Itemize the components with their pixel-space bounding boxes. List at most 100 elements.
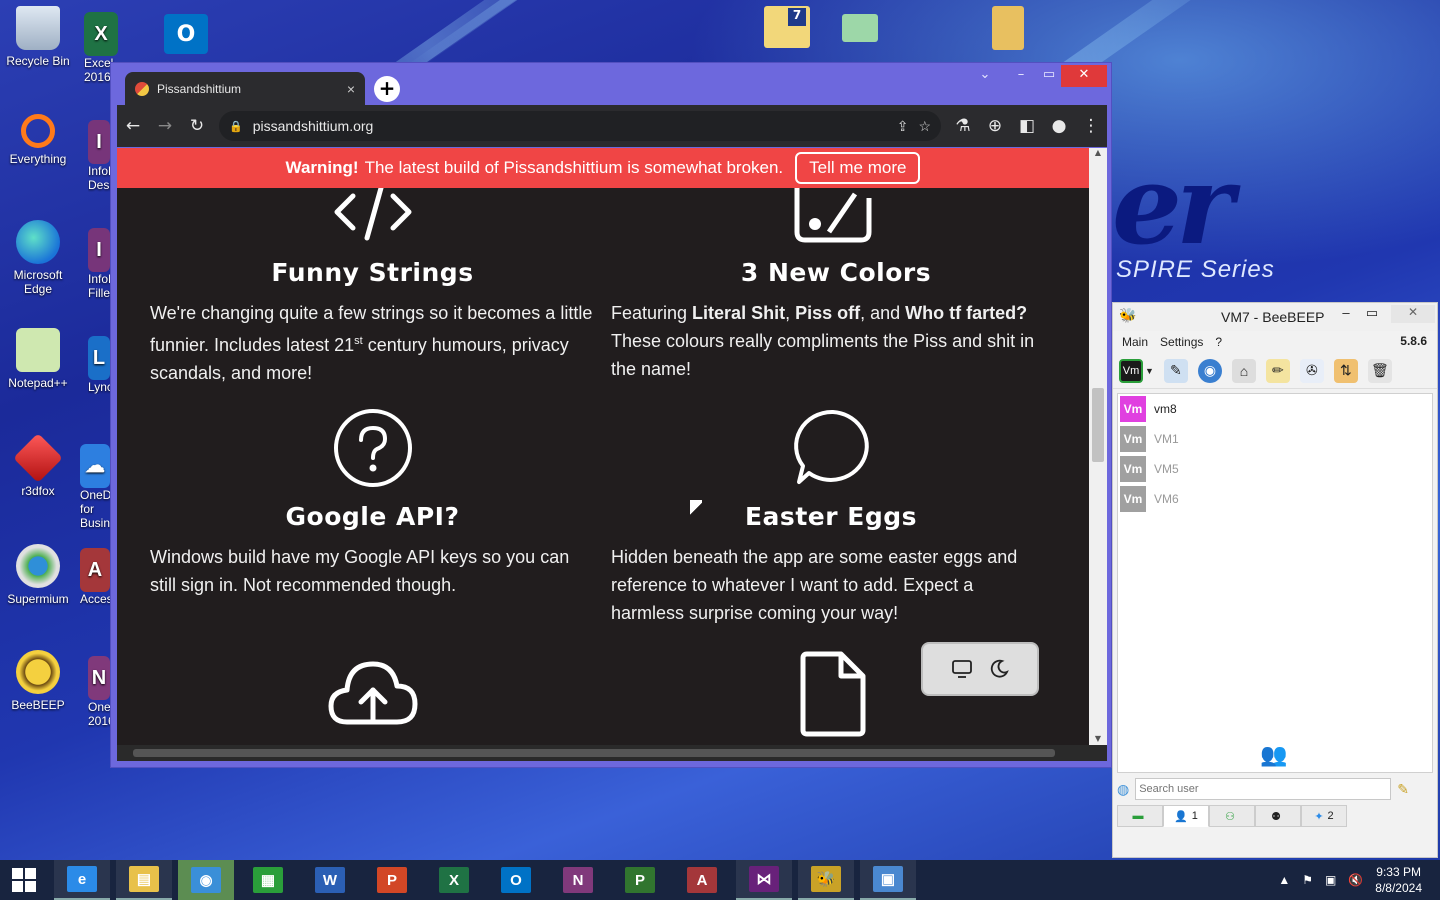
chevron-down-icon[interactable]: ▼ xyxy=(1145,366,1154,376)
menu-help[interactable]: ? xyxy=(1215,335,1222,349)
user-row-vm1[interactable]: Vm VM1 xyxy=(1118,424,1432,454)
wallpaper-series: SPIRE Series xyxy=(1116,256,1275,283)
search-user-input[interactable] xyxy=(1135,778,1392,800)
feature-google-api: Google API? Windows build have my Google… xyxy=(150,502,595,599)
tray-overflow-icon[interactable]: ▲ xyxy=(1278,873,1290,887)
taskbar-outlook-button[interactable]: O xyxy=(488,860,544,900)
theme-toggle[interactable] xyxy=(921,642,1039,696)
scroll-down-icon[interactable]: ▼ xyxy=(1089,734,1107,743)
onenote-glyph: N xyxy=(91,667,107,689)
tab-close-icon[interactable]: × xyxy=(347,81,355,97)
address-bar[interactable]: 🔒 pissandshittium.org ⇪ ☆ xyxy=(219,111,941,141)
menu-main[interactable]: Main xyxy=(1122,335,1148,349)
taskbar-file-explorer-button[interactable]: ▤ xyxy=(116,860,172,900)
monitor-icon[interactable] xyxy=(951,659,973,679)
horizontal-scrollbar[interactable] xyxy=(117,745,1107,761)
menu-button[interactable]: ⋮ xyxy=(1075,110,1107,142)
taskbar-apps: e ▤ ◉ ▦ W P X O N P A ⋈ 🐝 ▣ xyxy=(54,860,922,900)
tell-me-more-button[interactable]: Tell me more xyxy=(795,152,921,184)
desktop-icon-edge[interactable]: Microsoft Edge xyxy=(0,220,76,296)
cloud-upload-icon xyxy=(327,656,419,732)
downloads-button[interactable]: ⊕ xyxy=(979,110,1011,142)
home-icon[interactable]: ⌂ xyxy=(1231,358,1256,383)
share-users-icon[interactable]: ⇅ xyxy=(1333,358,1358,383)
desktop-icon-notepadpp[interactable]: Notepad++ xyxy=(0,328,76,390)
r3dfox-icon xyxy=(13,433,63,483)
moon-icon[interactable] xyxy=(989,659,1009,679)
share-icon[interactable]: ⇪ xyxy=(897,118,909,135)
tab-pins[interactable]: ✦ 2 xyxy=(1301,805,1347,827)
tab-pissandshittium[interactable]: Pissandshittium × xyxy=(125,72,365,105)
clock[interactable]: 9:33 PM 8/8/2024 xyxy=(1375,864,1422,896)
trash-icon[interactable]: 🗑 xyxy=(1367,358,1392,383)
desktop-icon-supermium[interactable]: Supermium xyxy=(0,544,76,606)
tab-groups[interactable]: ⚇ xyxy=(1209,805,1255,827)
tools-icon[interactable]: ✇ xyxy=(1299,358,1324,383)
network-icon[interactable]: ◉ xyxy=(1197,358,1222,383)
seven-badge-icon: 7 xyxy=(788,8,806,26)
outlook-desktop-icon[interactable]: O xyxy=(164,14,208,54)
side-panel-button[interactable]: ◧ xyxy=(1011,110,1043,142)
feature-title: 3 New Colors xyxy=(740,258,932,287)
back-button[interactable]: ← xyxy=(117,110,149,142)
scroll-up-icon[interactable]: ▲ xyxy=(1089,148,1107,157)
desktop-icon-r3dfox[interactable]: r3dfox xyxy=(0,433,76,498)
pencil-icon[interactable]: ✏ xyxy=(1265,358,1290,383)
profile-edit-icon[interactable]: ✎ xyxy=(1163,358,1188,383)
reload-icon: ↻ xyxy=(189,116,205,136)
question-icon xyxy=(331,406,415,490)
tab-search-button[interactable]: ⌄ xyxy=(967,65,1003,87)
tab-people[interactable]: ⚉ xyxy=(1255,805,1301,827)
reload-button[interactable]: ↻ xyxy=(181,110,213,142)
taskbar-powerpoint-button[interactable]: P xyxy=(364,860,420,900)
globe-icon: ◍ xyxy=(1117,780,1130,797)
vertical-scrollbar[interactable]: ▲ ▼ xyxy=(1089,148,1107,745)
archive-icon[interactable] xyxy=(992,6,1024,50)
status-vm-button[interactable]: Vm xyxy=(1119,358,1143,383)
bee-close-button[interactable]: ✕ xyxy=(1391,305,1435,323)
taskbar-supermium-button[interactable]: ◉ xyxy=(178,860,234,900)
network-tray-icon[interactable]: ▣ xyxy=(1325,873,1336,887)
taskbar-project-button[interactable]: P xyxy=(612,860,668,900)
new-tab-button[interactable]: + xyxy=(374,76,400,102)
close-button[interactable]: ✕ xyxy=(1061,65,1107,87)
labs-button[interactable]: ⚗ xyxy=(947,110,979,142)
folder-icon[interactable]: 7 xyxy=(764,6,810,48)
menu-settings[interactable]: Settings xyxy=(1160,335,1203,349)
taskbar-internet-explorer-button[interactable]: e xyxy=(54,860,110,900)
desktop-icon-everything[interactable]: Everything xyxy=(0,114,76,166)
scroll-thumb[interactable] xyxy=(1092,388,1104,462)
taskbar-excel-button[interactable]: X xyxy=(426,860,482,900)
clear-search-icon[interactable]: ✎ xyxy=(1397,781,1409,798)
taskbar-beebeep-button[interactable]: 🐝 xyxy=(798,860,854,900)
access-glyph: A xyxy=(87,559,103,581)
taskbar-onenote-button[interactable]: N xyxy=(550,860,606,900)
taskbar-access-button[interactable]: A xyxy=(674,860,730,900)
tab-users[interactable]: 👤 1 xyxy=(1163,805,1209,827)
internet-explorer-icon: e xyxy=(67,866,97,892)
profile-button[interactable]: ● xyxy=(1043,110,1075,142)
forward-button[interactable]: → xyxy=(149,110,181,142)
user-avatar: Vm xyxy=(1120,396,1146,422)
taskbar-visual-studio-button[interactable]: ⋈ xyxy=(736,860,792,900)
taskbar-project-store-button[interactable]: ▦ xyxy=(240,860,296,900)
user-row-vm6[interactable]: Vm VM6 xyxy=(1118,484,1432,514)
bookmark-star-icon[interactable]: ☆ xyxy=(918,118,931,135)
user-row-vm5[interactable]: Vm VM5 xyxy=(1118,454,1432,484)
flag-icon[interactable]: ⚑ xyxy=(1302,873,1313,887)
desktop-icon-label: Microsoft Edge xyxy=(13,268,63,296)
hscroll-thumb[interactable] xyxy=(133,749,1055,757)
bee-maximize-button[interactable]: ▭ xyxy=(1357,305,1387,321)
tab-chat[interactable]: ▬ xyxy=(1117,805,1163,827)
user-row-vm8[interactable]: Vm vm8 xyxy=(1118,394,1432,424)
taskbar-control-panel-button[interactable]: ▣ xyxy=(860,860,916,900)
desktop-icon-beebeep[interactable]: BeeBEEP xyxy=(0,650,76,712)
taskbar-word-button[interactable]: W xyxy=(302,860,358,900)
download-icon[interactable] xyxy=(842,14,878,42)
desktop-icon-recycle-bin[interactable]: Recycle Bin xyxy=(0,6,76,68)
feature-funny-strings: Funny Strings We're changing quite a few… xyxy=(150,258,595,387)
start-button[interactable] xyxy=(0,860,48,900)
infopath-icon: I xyxy=(88,228,110,272)
volume-muted-icon[interactable]: 🔇 xyxy=(1348,873,1363,887)
file-explorer-icon: ▤ xyxy=(129,866,159,892)
